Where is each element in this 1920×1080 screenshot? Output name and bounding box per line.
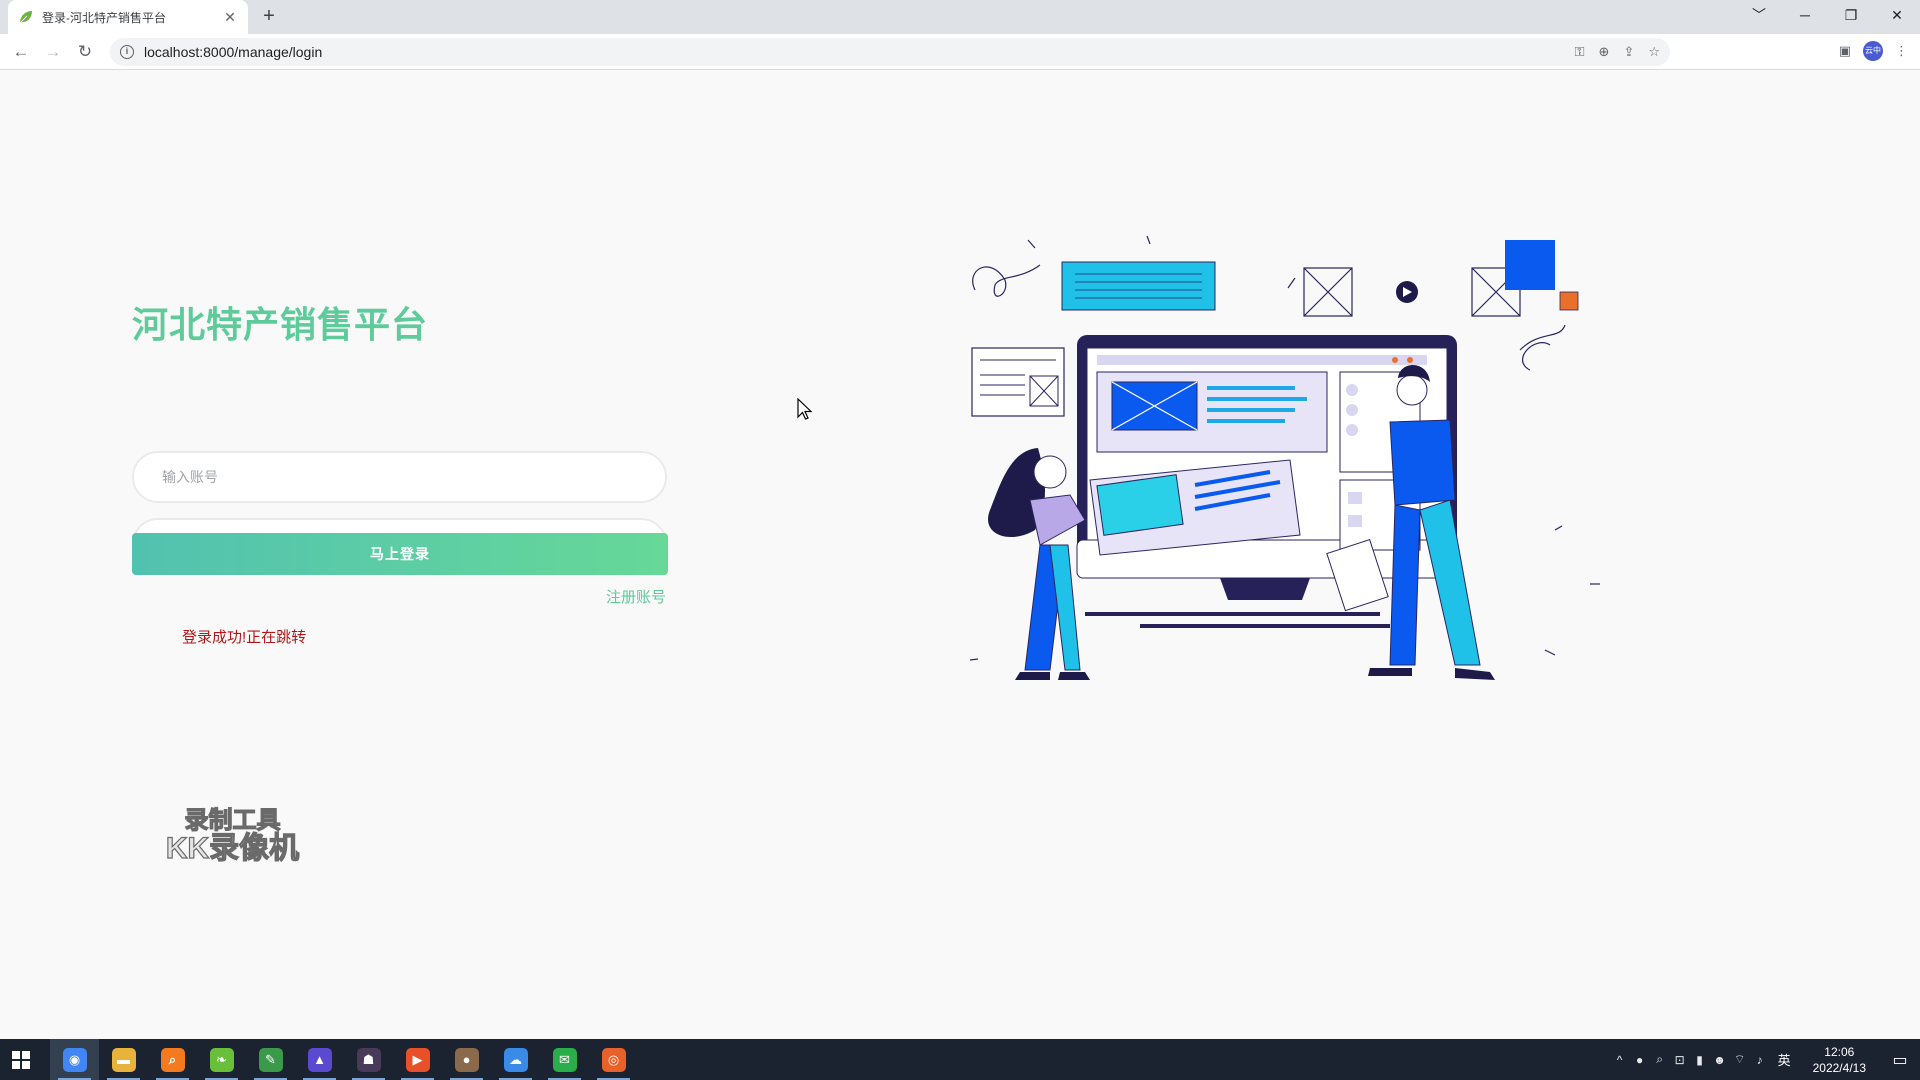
taskbar-clock[interactable]: 12:06 2022/4/13: [1813, 1044, 1866, 1076]
watermark-line1: 录制工具: [184, 807, 281, 834]
close-window-button[interactable]: ✕: [1874, 0, 1920, 30]
recorder-icon: ◎: [601, 1047, 626, 1072]
side-panel-icon[interactable]: ▣: [1839, 43, 1851, 59]
chevron-up-icon[interactable]: ^: [1610, 1053, 1630, 1067]
wifi-icon[interactable]: ⌔: [1730, 1052, 1750, 1067]
profile-avatar[interactable]: 云中: [1863, 41, 1883, 61]
taskbar-notepad[interactable]: ✎: [246, 1039, 295, 1080]
watermark-line2: KK录像机: [165, 832, 300, 866]
taskbar-avatar-app[interactable]: ●: [442, 1039, 491, 1080]
ime-indicator[interactable]: 英: [1778, 1050, 1791, 1069]
file-explorer-icon: ▬: [111, 1047, 136, 1072]
close-tab-icon[interactable]: ✕: [222, 9, 238, 26]
share-icon[interactable]: ⇪: [1623, 44, 1634, 60]
avatar-app-icon: ●: [454, 1047, 479, 1072]
battery-tray-icon[interactable]: ▮: [1690, 1053, 1710, 1067]
notepad-icon: ✎: [258, 1047, 283, 1072]
clock-date: 2022/4/13: [1812, 1060, 1866, 1075]
tab-title: 登录-河北特产销售平台: [42, 10, 166, 25]
taskbar-recorder[interactable]: ◎: [589, 1039, 638, 1080]
url-text[interactable]: localhost:8000/manage/login: [144, 44, 322, 60]
zoom-icon[interactable]: ⊕: [1599, 44, 1610, 60]
back-arrow-icon[interactable]: ←: [10, 41, 32, 63]
notification-icon[interactable]: ▭: [1880, 1050, 1920, 1070]
page-title: 河北特产销售平台: [132, 304, 429, 345]
mouse-cursor-icon: [797, 398, 813, 420]
taskbar-cloud-app[interactable]: ☁: [491, 1039, 540, 1080]
status-message: 登录成功!正在跳转: [182, 629, 307, 646]
toolbar-right: ▣ 云中 ⋮: [1839, 41, 1908, 61]
menu-dots-icon[interactable]: ⋮: [1895, 43, 1908, 59]
minimize-button[interactable]: ─: [1782, 0, 1828, 30]
leaf-app-icon: ❧: [209, 1047, 234, 1072]
wechat-icon: ✉: [552, 1047, 577, 1072]
browser-tab[interactable]: 登录-河北特产销售平台 ✕: [8, 0, 248, 34]
taskbar-search-tool[interactable]: ⌕: [148, 1039, 197, 1080]
taskbar-chrome[interactable]: ◉: [50, 1039, 99, 1080]
register-link[interactable]: 注册账号: [606, 586, 666, 607]
browser-toolbar: ← → ↻ i localhost:8000/manage/login ⚿ ⊕ …: [0, 34, 1920, 70]
recorder-watermark: 录制工具 KK录像机: [160, 807, 305, 866]
taskbar-file-explorer[interactable]: ▬: [99, 1039, 148, 1080]
windows-taskbar: ◉ ▬ ⌕ ❧ ✎ ▲ ☗ ▶ ● ☁ ✉ ◎ ^ ● ⌕ ⊡ ▮ ☻ ⌔ ♪ 英 12:06 202…: [0, 1039, 1920, 1080]
browser-tab-bar: 登录-河北特产销售平台 ✕ + ﹀ ─ ❐ ✕: [0, 0, 1920, 34]
bookmark-star-icon[interactable]: ☆: [1648, 44, 1660, 60]
site-info-icon[interactable]: i: [120, 45, 134, 59]
search-tool-icon: ⌕: [160, 1047, 185, 1072]
chrome-icon: ◉: [62, 1047, 87, 1072]
system-tray: ^ ● ⌕ ⊡ ▮ ☻ ⌔ ♪ 英 12:06 2022/4/13 ▭: [1610, 1039, 1920, 1080]
taskbar-monster-app[interactable]: ☗: [344, 1039, 393, 1080]
network-tray-icon[interactable]: ⊡: [1670, 1053, 1690, 1067]
video-app-icon: ▶: [405, 1047, 430, 1072]
restore-button[interactable]: ❐: [1828, 0, 1874, 30]
taskbar-mountain-app[interactable]: ▲: [295, 1039, 344, 1080]
search-tray-icon[interactable]: ⌕: [1650, 1052, 1670, 1067]
new-tab-button[interactable]: +: [258, 6, 280, 28]
login-button[interactable]: 马上登录: [132, 533, 668, 575]
leaf-favicon-icon: [19, 11, 32, 24]
username-input[interactable]: [132, 451, 667, 503]
taskbar-apps: ◉ ▬ ⌕ ❧ ✎ ▲ ☗ ▶ ● ☁ ✉ ◎: [50, 1039, 638, 1080]
forward-arrow-icon[interactable]: →: [42, 41, 64, 63]
clock-time: 12:06: [1824, 1044, 1855, 1059]
address-bar[interactable]: i localhost:8000/manage/login ⚿ ⊕ ⇪ ☆: [110, 38, 1670, 66]
qq-tray-icon[interactable]: ☻: [1710, 1053, 1730, 1067]
omnibox-actions: ⚿ ⊕ ⇪ ☆: [1575, 38, 1660, 66]
wechat-tray-icon[interactable]: ●: [1630, 1053, 1650, 1067]
monster-app-icon: ☗: [356, 1047, 381, 1072]
mountain-app-icon: ▲: [307, 1047, 332, 1072]
login-illustration: [969, 235, 1600, 680]
volume-icon[interactable]: ♪: [1750, 1053, 1770, 1067]
cloud-app-icon: ☁: [503, 1047, 528, 1072]
taskbar-leaf-app[interactable]: ❧: [197, 1039, 246, 1080]
reload-icon[interactable]: ↻: [74, 41, 96, 63]
key-icon[interactable]: ⚿: [1575, 44, 1585, 60]
windows-start-icon[interactable]: [8, 1047, 34, 1073]
window-controls: ﹀ ─ ❐ ✕: [1736, 0, 1920, 30]
taskbar-wechat[interactable]: ✉: [540, 1039, 589, 1080]
tab-search-button[interactable]: ﹀: [1736, 0, 1782, 30]
taskbar-video-app[interactable]: ▶: [393, 1039, 442, 1080]
